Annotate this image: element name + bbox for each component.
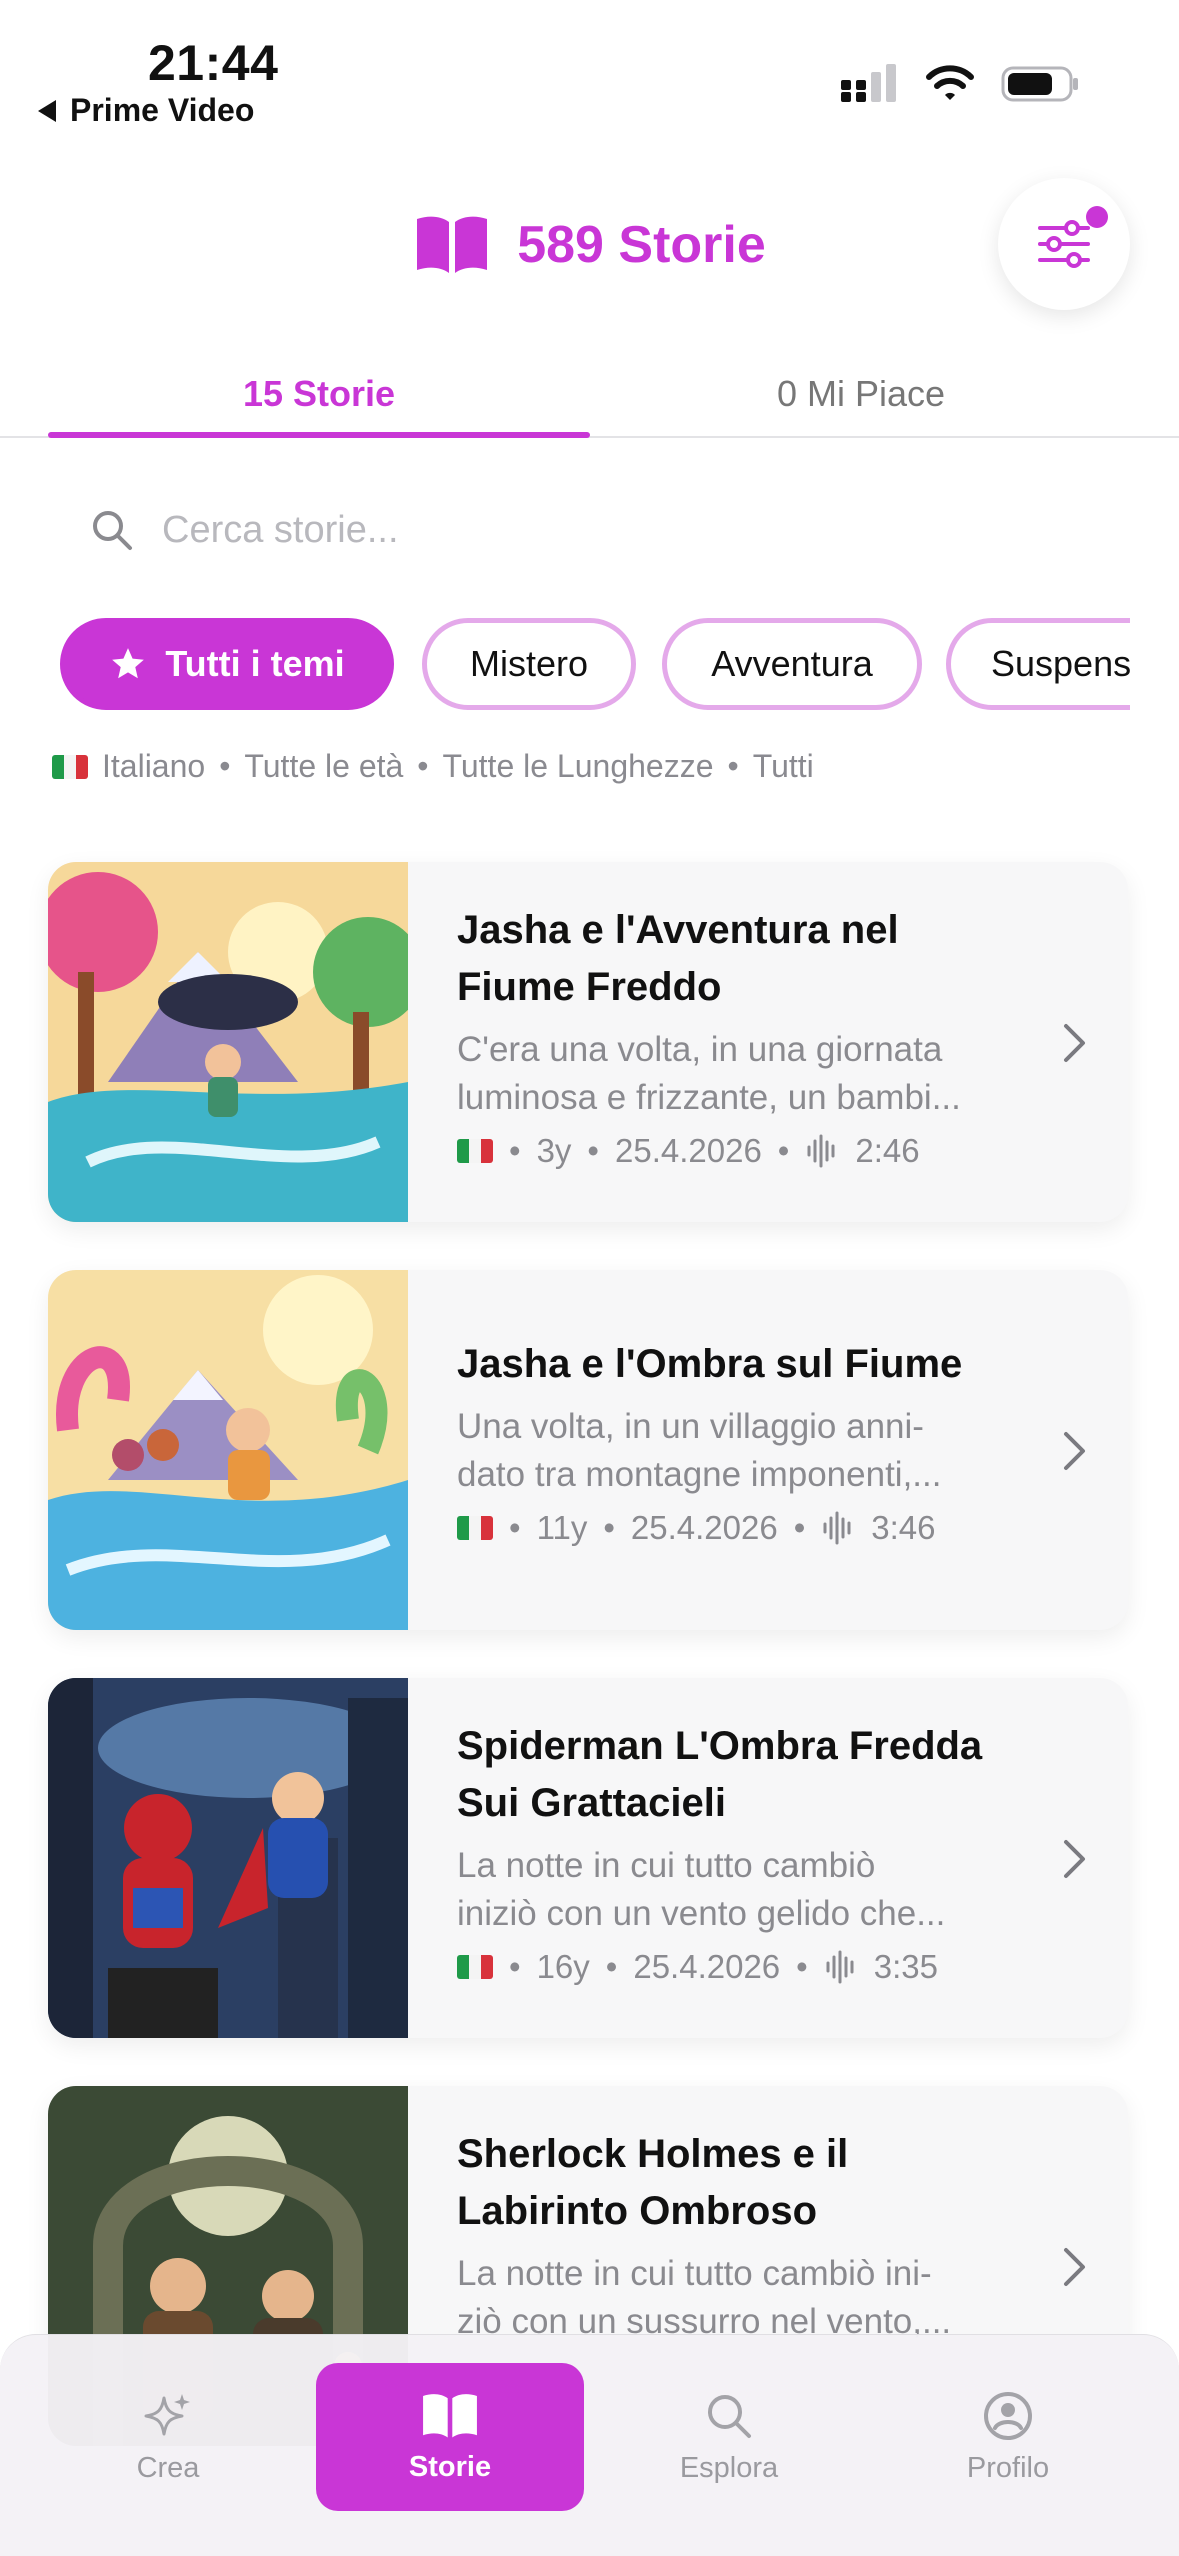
filter-language: Italiano (102, 748, 206, 784)
story-card[interactable]: Jasha e l'Avventura nel Fiume Freddo C'e… (48, 862, 1128, 1222)
story-date: 25.4.2026 (633, 1948, 781, 1985)
italy-flag-icon (457, 1955, 493, 1979)
story-title: Sherlock Holmes e il Labirinto Ombroso (457, 2132, 849, 2233)
book-icon (423, 2393, 477, 2438)
nav-storie[interactable]: Storie (316, 2363, 584, 2511)
story-thumbnail (48, 1678, 408, 2038)
nav-esplora[interactable]: Esplora (595, 2363, 863, 2511)
story-age: 3y (536, 1132, 572, 1169)
story-meta: • 11y • 25.4.2026 • 3:46 (457, 1509, 1057, 1547)
story-excerpt: La notte in cui tutto cambiò iniziò con … (457, 1846, 946, 1933)
separator: • (219, 748, 231, 784)
filter-summary[interactable]: Italiano • Tutte le età • Tutte le Lungh… (52, 748, 814, 785)
star-icon (112, 648, 145, 679)
nav-label: Crea (136, 2451, 200, 2484)
filter-active-dot (1086, 206, 1108, 228)
story-excerpt: La notte in cui tutto cambiò ini- ziò co… (457, 2254, 952, 2341)
search-icon (708, 2394, 751, 2438)
story-duration: 3:46 (871, 1509, 936, 1546)
nav-label: Profilo (966, 2451, 1050, 2484)
filter-type: Tutti (752, 748, 814, 784)
chip-label: Tutti i temi (165, 643, 345, 684)
chevron-right-icon (1064, 1840, 1085, 1878)
story-excerpt: Una volta, in un villaggio anni- dato tr… (457, 1407, 942, 1494)
italy-flag-icon (457, 1139, 493, 1163)
filter-age: Tutte le età (244, 748, 404, 784)
sparkle-icon (144, 2393, 190, 2435)
separator: • (727, 748, 739, 784)
nav-label: Storie (408, 2450, 492, 2483)
audio-waveform-icon (823, 1511, 851, 1545)
story-age: 16y (536, 1948, 590, 1985)
profile-icon (984, 2391, 1032, 2440)
status-time: 21:44 (148, 35, 279, 91)
chip-tutti-i-temi[interactable]: Tutti i temi (60, 618, 394, 710)
story-card[interactable]: Spiderman L'Ombra Fredda Sui Grattacieli… (48, 1678, 1128, 2038)
story-excerpt: C'era una volta, in una giornata luminos… (457, 1030, 961, 1117)
battery-icon (1001, 66, 1078, 102)
story-card[interactable]: Jasha e l'Ombra sul Fiume Una volta, in … (48, 1270, 1128, 1630)
audio-waveform-icon (826, 1950, 854, 1984)
status-icons (841, 64, 1081, 104)
chevron-right-icon (1064, 2248, 1085, 2286)
filter-length: Tutte le Lunghezze (442, 748, 714, 784)
nav-crea[interactable]: Crea (34, 2363, 302, 2511)
search-bar[interactable] (60, 490, 1120, 570)
chip-suspense[interactable]: Suspense (946, 618, 1130, 710)
story-date: 25.4.2026 (630, 1509, 778, 1546)
page-title: 589 Storie (517, 216, 766, 274)
search-icon (93, 511, 132, 550)
nav-profilo[interactable]: Profilo (874, 2363, 1142, 2511)
story-meta: • 16y • 25.4.2026 • 3:35 (457, 1948, 1057, 1986)
story-duration: 2:46 (855, 1132, 920, 1169)
chevron-right-icon (1064, 1024, 1085, 1062)
back-to-app-link[interactable]: Prime Video (38, 92, 254, 129)
tab-mi-piace[interactable]: 0 Mi Piace (590, 350, 1132, 438)
story-title: Jasha e l'Ombra sul Fiume (457, 1342, 963, 1386)
tab-bar: 15 Storie 0 Mi Piace (0, 350, 1179, 438)
italy-flag-icon (52, 754, 88, 779)
chevron-right-icon (1064, 1432, 1085, 1470)
story-title: Jasha e l'Avventura nel Fiume Freddo (457, 908, 899, 1009)
cellular-signal-icon (841, 64, 896, 102)
story-meta: • 3y • 25.4.2026 • 2:46 (457, 1132, 1057, 1170)
story-age: 11y (536, 1509, 588, 1546)
search-input[interactable] (162, 508, 1062, 552)
filter-icon (1038, 220, 1090, 268)
chip-mistero[interactable]: Mistero (422, 618, 636, 710)
separator: • (417, 748, 429, 784)
story-thumbnail (48, 1270, 408, 1630)
bottom-nav: Crea Storie Esplora Profilo (0, 2334, 1179, 2556)
story-date: 25.4.2026 (614, 1132, 762, 1169)
story-duration: 3:35 (873, 1948, 938, 1985)
nav-label: Esplora (679, 2451, 779, 2484)
back-arrow-icon (38, 99, 56, 122)
story-thumbnail (48, 862, 408, 1222)
active-tab-indicator (48, 432, 590, 438)
theme-chips: Tutti i temi Mistero Avventura Suspense (60, 618, 1130, 714)
audio-waveform-icon (807, 1134, 835, 1168)
back-app-label: Prime Video (70, 92, 255, 128)
chip-avventura[interactable]: Avventura (662, 618, 922, 710)
book-icon (417, 216, 488, 273)
story-title: Spiderman L'Ombra Fredda Sui Grattacieli (457, 1724, 983, 1825)
filter-button[interactable] (998, 178, 1130, 310)
wifi-icon (926, 65, 974, 100)
italy-flag-icon (457, 1516, 493, 1540)
tab-storie[interactable]: 15 Storie (48, 350, 590, 438)
